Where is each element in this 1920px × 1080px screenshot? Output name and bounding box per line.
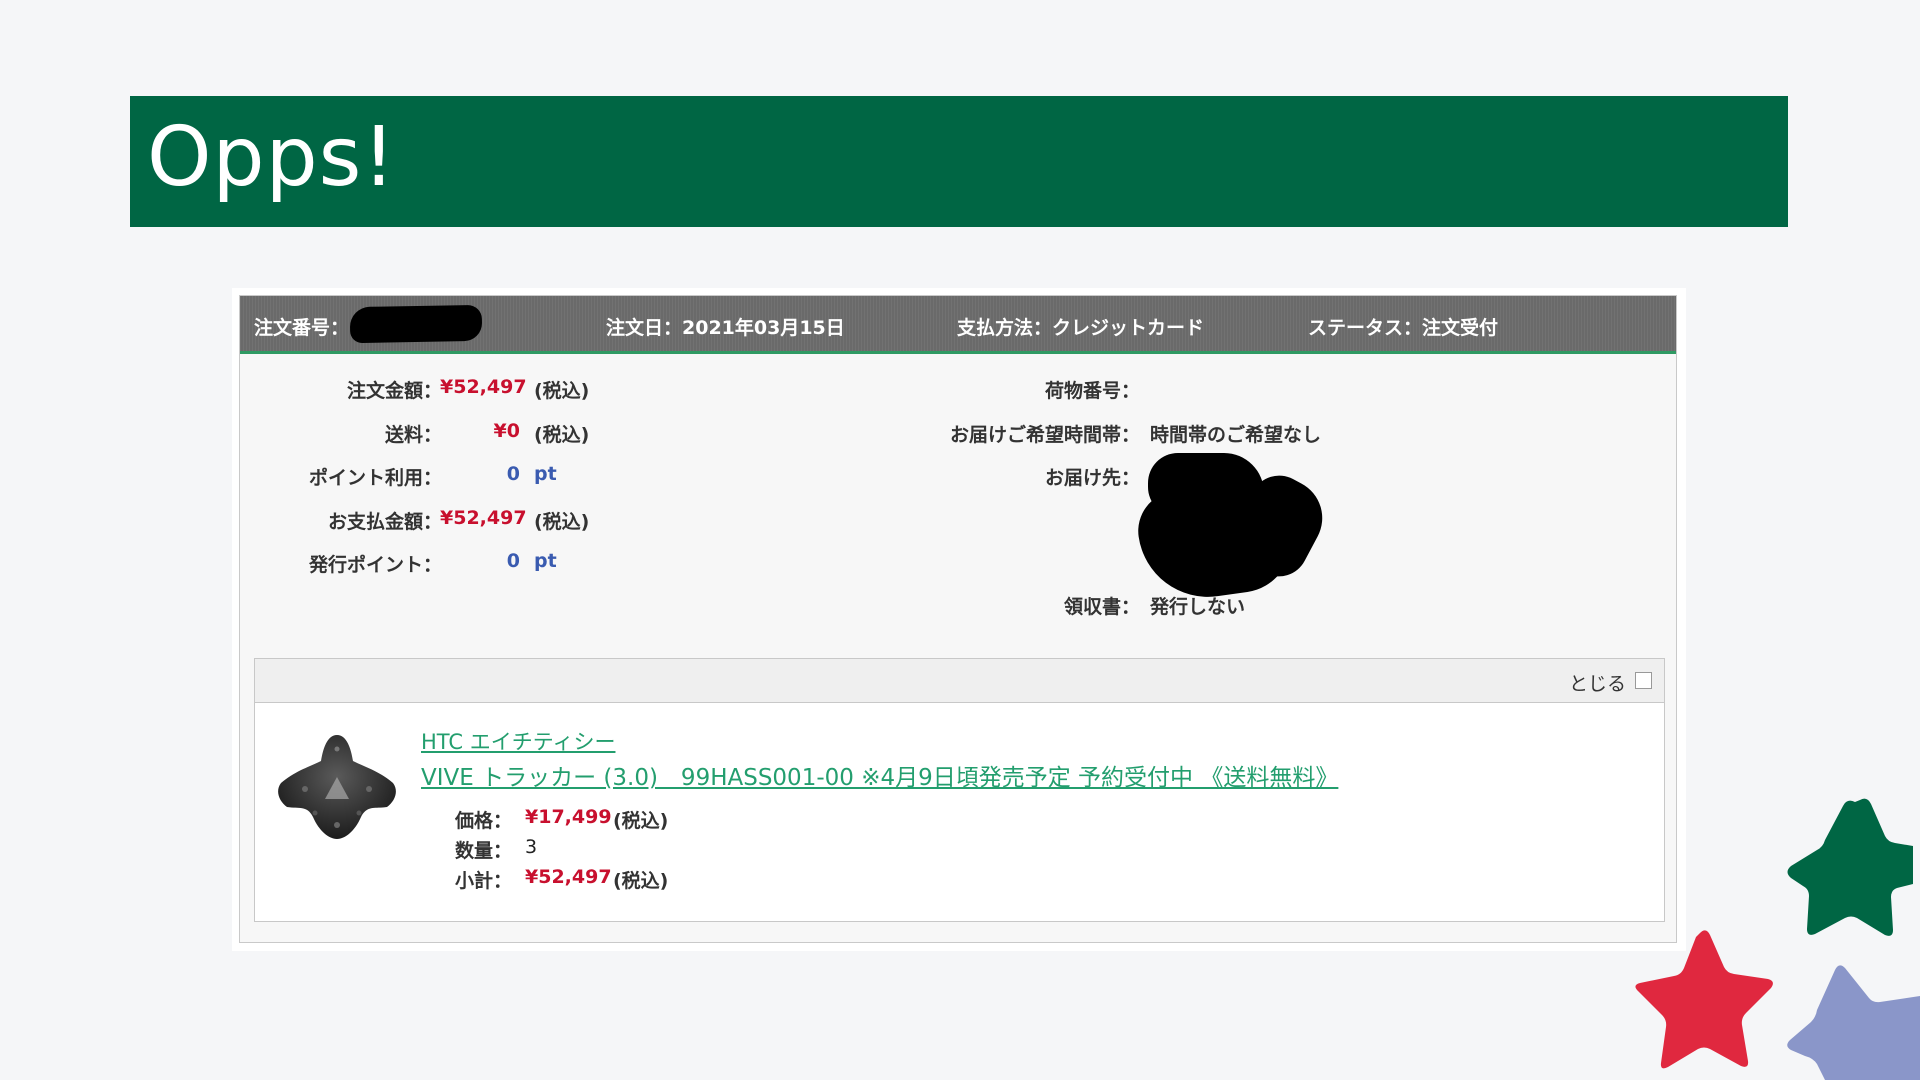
summary-unit: pt xyxy=(534,550,557,572)
item-qty-label: 数量： xyxy=(455,840,513,862)
summary-unit: pt xyxy=(534,463,557,485)
red-star-icon xyxy=(1635,930,1773,1069)
summary-unit: (税込) xyxy=(534,380,590,402)
close-checkbox[interactable] xyxy=(1635,672,1652,689)
summary-value: ¥52,497 xyxy=(440,507,527,529)
delivery-row-tracking: 荷物番号： xyxy=(840,376,1640,406)
summary-row-points-used: ポイント利用： 0 pt xyxy=(240,463,840,493)
item-subtotal: ¥52,497 xyxy=(525,866,612,888)
receipt-label: 領収書： xyxy=(1063,596,1140,618)
item-subtotal-row: 小計： ¥52,497 (税込) xyxy=(455,866,855,894)
item-qty-row: 数量： 3 xyxy=(455,836,855,864)
delivery-time-value: 時間帯のご希望なし xyxy=(1150,424,1322,446)
item-price-label: 価格： xyxy=(455,810,513,832)
item-name-link[interactable]: VIVE トラッカー (3.0) 99HASS001-00 ※4月9日頃発売予定… xyxy=(421,758,1338,792)
payment-method: 支払方法：クレジットカード xyxy=(957,317,1205,339)
order-status: ステータス：注文受付 xyxy=(1308,317,1499,339)
items-panel-header: とじる xyxy=(255,659,1664,703)
summary-label: 発行ポイント： xyxy=(308,554,442,576)
summary-row-points-issued: 発行ポイント： 0 pt xyxy=(240,550,840,580)
delivery-time-label: お届けご希望時間帯： xyxy=(949,424,1140,446)
summary-label: ポイント利用： xyxy=(308,467,442,489)
green-star-icon xyxy=(1787,798,1913,936)
order-date: 注文日：2021年03月15日 xyxy=(606,317,845,339)
item-subtotal-label: 小計： xyxy=(455,870,513,892)
summary-row-shipping: 送料： ¥0 (税込) xyxy=(240,420,840,450)
summary-label: お支払金額： xyxy=(327,511,442,533)
summary-unit: (税込) xyxy=(534,511,590,533)
delivery-row-time: お届けご希望時間帯： 時間帯のご希望なし xyxy=(840,420,1640,450)
summary-value: 0 xyxy=(506,463,520,485)
close-toggle-label[interactable]: とじる xyxy=(1569,669,1626,696)
order-number-redaction xyxy=(349,304,483,344)
summary-label: 注文金額： xyxy=(346,380,442,402)
delivery-row-receipt: 領収書： 発行しない xyxy=(840,592,1640,622)
summary-value: 0 xyxy=(506,550,520,572)
summary-unit: (税込) xyxy=(534,424,590,446)
item-price-unit: (税込) xyxy=(613,810,669,832)
blue-star-icon xyxy=(1787,965,1920,1080)
item-price-row: 価格： ¥17,499 (税込) xyxy=(455,806,855,834)
item-brand-link[interactable]: HTC エイチティシー xyxy=(421,726,615,756)
summary-value: ¥0 xyxy=(493,420,520,442)
order-header: 注文番号： 注文日：2021年03月15日 支払方法：クレジットカード ステータ… xyxy=(240,296,1676,354)
summary-row-total: 注文金額： ¥52,497 (税込) xyxy=(240,376,840,406)
vive-tracker-image[interactable] xyxy=(275,727,399,845)
slide-title: Opps! xyxy=(147,110,397,205)
order-screenshot: 注文番号： 注文日：2021年03月15日 支払方法：クレジットカード ステータ… xyxy=(232,288,1686,951)
item-subtotal-unit: (税込) xyxy=(613,870,669,892)
address-label: お届け先： xyxy=(1044,467,1140,489)
summary-label: 送料： xyxy=(384,424,442,446)
summary-value: ¥52,497 xyxy=(440,376,527,398)
order-number-label: 注文番号： xyxy=(254,317,350,339)
items-panel: とじる HTC エイチティシー VIVE トラッカー (3.0) 99HASS0… xyxy=(254,658,1665,922)
title-bar: Opps! xyxy=(130,96,1788,227)
item-qty: 3 xyxy=(525,836,538,858)
order-panel: 注文番号： 注文日：2021年03月15日 支払方法：クレジットカード ステータ… xyxy=(239,295,1677,943)
receipt-value: 発行しない xyxy=(1150,596,1246,618)
tracking-label: 荷物番号： xyxy=(1044,380,1140,402)
summary-row-payment-total: お支払金額： ¥52,497 (税込) xyxy=(240,507,840,537)
item-price: ¥17,499 xyxy=(525,806,612,828)
